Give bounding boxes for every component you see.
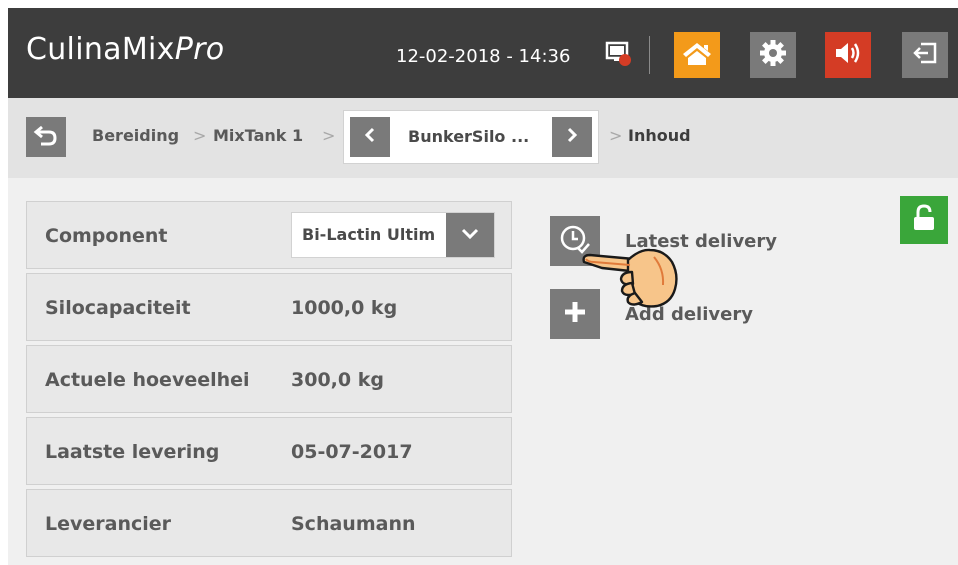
table-row: Component Bi-Lactin Ultim [26, 201, 512, 269]
silo-selector: BunkerSilo ... [343, 110, 599, 164]
app-name-suffix: Pro [174, 32, 225, 67]
back-arrow-icon [33, 123, 59, 151]
chevron-right-icon [563, 126, 581, 148]
breadcrumb-item-bereiding[interactable]: Bereiding [92, 126, 179, 145]
silo-details-table: Component Bi-Lactin Ultim Silocapaciteit… [26, 201, 512, 561]
component-select[interactable]: Bi-Lactin Ultim [291, 212, 495, 258]
lock-button[interactable] [900, 196, 948, 244]
actuele-hoeveelheid-value: 300,0 kg [291, 369, 384, 391]
table-row: Silocapaciteit 1000,0 kg [26, 273, 512, 341]
leverancier-label: Leverancier [45, 513, 172, 535]
table-row: Laatste levering 05-07-2017 [26, 417, 512, 485]
header-bar: CulinaMixPro 12-02-2018 - 14:36 [8, 8, 958, 98]
leverancier-value: Schaumann [291, 513, 416, 535]
breadcrumb-separator: > [193, 126, 207, 145]
breadcrumb-separator: > [322, 126, 336, 145]
sound-button[interactable] [825, 32, 871, 78]
next-silo-button[interactable] [552, 117, 592, 157]
component-select-value: Bi-Lactin Ultim [302, 225, 436, 244]
laatste-levering-label: Laatste levering [45, 441, 220, 463]
component-label: Component [45, 225, 168, 247]
home-button[interactable] [674, 32, 720, 78]
previous-silo-button[interactable] [350, 117, 390, 157]
logout-button[interactable] [902, 32, 948, 78]
laatste-levering-value: 05-07-2017 [291, 441, 413, 463]
back-button[interactable] [26, 117, 66, 157]
settings-button[interactable] [750, 32, 796, 78]
breadcrumb-separator: > [609, 126, 623, 145]
app-window: CulinaMixPro 12-02-2018 - 14:36 Bereidin… [8, 8, 958, 565]
logout-icon [911, 39, 939, 71]
datetime-display: 12-02-2018 - 14:36 [396, 46, 571, 67]
silocapaciteit-value: 1000,0 kg [291, 297, 398, 319]
table-row: Leverancier Schaumann [26, 489, 512, 557]
speaker-icon [833, 39, 863, 71]
breadcrumb-item-inhoud: Inhoud [628, 126, 691, 145]
component-dropdown-button[interactable] [446, 213, 494, 257]
table-row: Actuele hoeveelhei 300,0 kg [26, 345, 512, 413]
chevron-left-icon [361, 126, 379, 148]
home-icon [682, 40, 712, 70]
silocapaciteit-label: Silocapaciteit [45, 297, 191, 319]
silo-selector-label: BunkerSilo ... [408, 127, 530, 146]
unlocked-padlock-icon [911, 204, 937, 236]
monitor-alert-button[interactable] [595, 32, 641, 78]
gear-icon [759, 39, 787, 71]
pointing-hand-icon [578, 246, 682, 314]
actuele-hoeveelheid-label: Actuele hoeveelhei [45, 369, 250, 391]
chevron-down-icon [460, 226, 480, 245]
app-title: CulinaMixPro [26, 32, 224, 67]
header-divider [649, 36, 650, 74]
monitor-alert-icon [603, 38, 633, 72]
breadcrumb: Bereiding > MixTank 1 > BunkerSilo ... >… [8, 98, 958, 178]
breadcrumb-item-mixtank[interactable]: MixTank 1 [213, 126, 303, 145]
app-name: CulinaMix [26, 32, 175, 67]
